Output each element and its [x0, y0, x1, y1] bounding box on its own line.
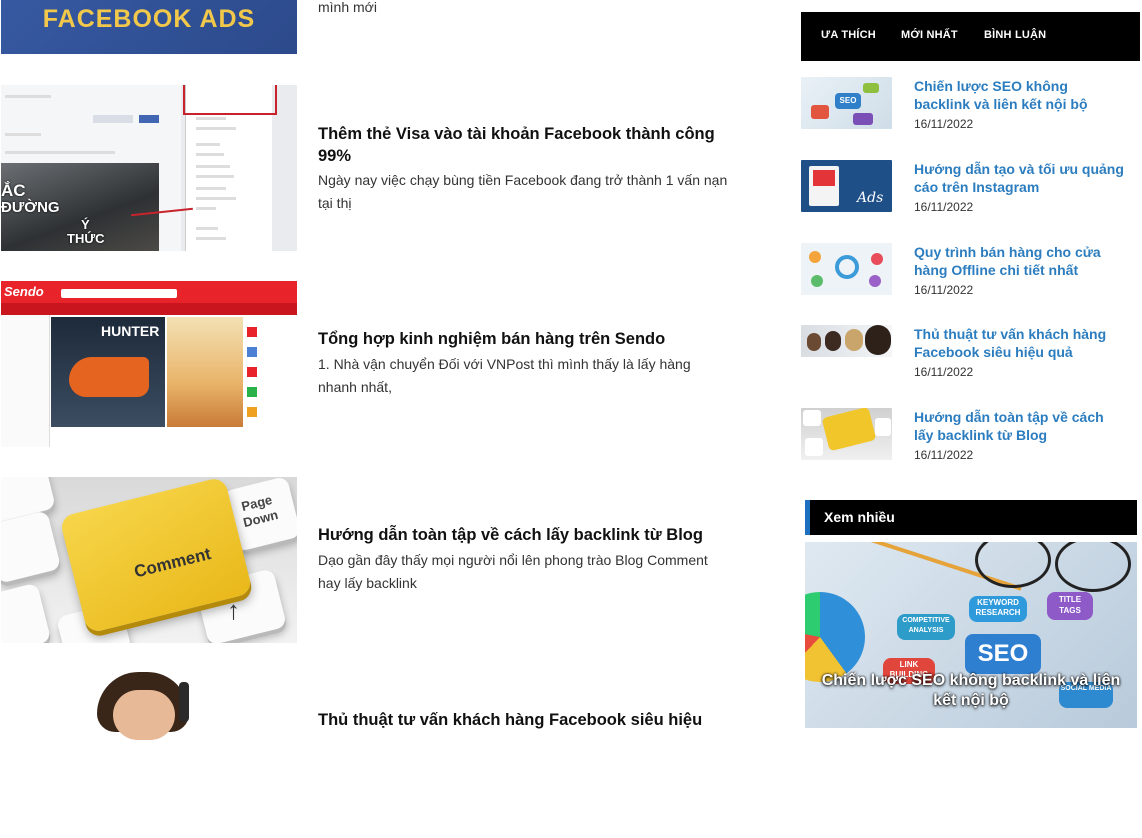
sidebar-item-title[interactable]: Hướng dẫn toàn tập về cách lấy backlink … [914, 408, 1126, 444]
highlight-box [183, 85, 277, 115]
sidebar-item-date: 16/11/2022 [914, 117, 974, 131]
sidebar-item: Hướng dẫn toàn tập về cách lấy backlink … [801, 408, 1140, 468]
brand-logo: Sendo [4, 284, 44, 299]
tab-comments[interactable]: BÌNH LUẬN [984, 12, 1046, 61]
post-title[interactable]: Tổng hợp kinh nghiệm bán hàng trên Sendo [318, 328, 728, 350]
sidebar-item: SEO Chiến lược SEO không backlink và liê… [801, 77, 1140, 137]
instagram-ads-image[interactable]: Ads [801, 160, 892, 212]
pie-image [805, 592, 865, 682]
keyword-bubble: KEYWORD RESEARCH [969, 596, 1027, 622]
most-viewed-header: Xem nhiều [805, 500, 1137, 535]
overlay-text: THỨC [67, 231, 105, 246]
glasses-image [975, 542, 1051, 588]
featured-post[interactable]: SEO KEYWORD RESEARCH TITLE TAGS LINK BUI… [805, 542, 1137, 728]
post-excerpt: mình mới [318, 0, 377, 15]
seo-bubble: SEO [965, 634, 1041, 674]
post-thumbnail[interactable]: FACEBOOK ADS [1, 0, 297, 54]
sidebar-item-date: 16/11/2022 [914, 283, 974, 297]
post-thumbnail[interactable]: Sendo HUNTER [1, 281, 297, 447]
post-title[interactable]: Hướng dẫn toàn tập về cách lấy backlink … [318, 524, 728, 546]
competitive-bubble: COMPETITIVE ANALYSIS [897, 614, 955, 640]
sidebar-item-date: 16/11/2022 [914, 200, 974, 214]
post-excerpt: Dạo gần đây thấy mọi người nổi lên phong… [318, 552, 708, 591]
offline-store-image[interactable] [801, 243, 892, 295]
sidebar-item-date: 16/11/2022 [914, 365, 974, 379]
seo-image[interactable]: SEO [801, 77, 892, 129]
sidebar-item: Ads Hướng dẫn tạo và tối ưu quảng cáo tr… [801, 160, 1140, 220]
headset-icon [179, 682, 189, 722]
keyboard-comment-image[interactable] [801, 408, 892, 460]
title-tags-bubble: TITLE TAGS [1047, 592, 1093, 620]
category-sidebar [1, 315, 50, 447]
arrow-up-icon: ↑ [227, 595, 240, 625]
sidebar-tabs: ƯA THÍCH MỚI NHẤT BÌNH LUẬN [801, 12, 1140, 61]
post-excerpt: 1. Nhà vận chuyển Đối với VNPost thì mìn… [318, 356, 691, 395]
shoe-image [69, 357, 149, 397]
overlay-text: ẮC [1, 181, 26, 200]
tab-latest[interactable]: MỚI NHẤT [901, 12, 958, 61]
product-list [245, 317, 297, 427]
post-title[interactable]: Thêm thẻ Visa vào tài khoản Facebook thà… [318, 123, 728, 167]
post-thumbnail[interactable]: Comment Page Down ↑ [1, 477, 297, 643]
sidebar-item-title[interactable]: Chiến lược SEO không backlink và liên kế… [914, 77, 1126, 113]
sidebar-item: Thủ thuật tư vấn khách hàng Facebook siê… [801, 325, 1140, 385]
banner-text: HUNTER [101, 323, 160, 339]
nav-bar [1, 303, 297, 315]
overlay-text: ĐƯỜNG [1, 199, 60, 216]
food-banner [167, 317, 243, 427]
post-thumbnail[interactable]: ẮC ĐƯỜNG Ý THỨC [1, 85, 297, 251]
accent-bar [805, 500, 810, 535]
post-excerpt: Ngày nay việc chạy bùng tiền Facebook đa… [318, 172, 728, 211]
post-title[interactable]: Thủ thuật tư vấn khách hàng Facebook siê… [318, 709, 728, 731]
call-center-image[interactable] [801, 325, 892, 377]
sidebar-item-date: 16/11/2022 [914, 448, 974, 462]
key-label: Comment [132, 544, 213, 582]
sidebar-item-title[interactable]: Hướng dẫn tạo và tối ưu quảng cáo trên I… [914, 160, 1126, 196]
thumbnail-text: FACEBOOK ADS [42, 5, 256, 33]
tab-favorites[interactable]: ƯA THÍCH [821, 12, 876, 61]
search-bar [61, 289, 177, 298]
sidebar-item-title[interactable]: Quy trình bán hàng cho cửa hàng Offline … [914, 243, 1126, 279]
sidebar-item-title[interactable]: Thủ thuật tư vấn khách hàng Facebook siê… [914, 325, 1126, 361]
overlay-text: Ý [81, 217, 90, 232]
sidebar-item: Quy trình bán hàng cho cửa hàng Offline … [801, 243, 1140, 303]
section-heading: Xem nhiều [824, 509, 895, 525]
featured-title[interactable]: Chiến lược SEO không backlink và liên kế… [815, 671, 1127, 711]
post-thumbnail[interactable] [1, 672, 297, 838]
